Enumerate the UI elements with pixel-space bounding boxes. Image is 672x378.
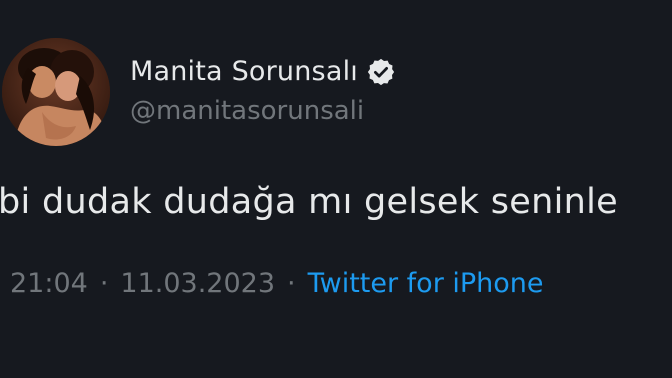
tweet-time[interactable]: 21:04 (10, 268, 88, 299)
tweet-text: bi dudak dudağa mı gelsek seninle (0, 182, 618, 222)
tweet-card: Manita Sorunsalı @manitasorunsali bi dud… (0, 0, 672, 378)
tweet-date[interactable]: 11.03.2023 (120, 268, 275, 299)
author-handle[interactable]: @manitasorunsali (130, 96, 364, 126)
tweet-meta: 21:04 · 11.03.2023 · Twitter for iPhone (10, 268, 544, 299)
avatar-illustration (2, 38, 110, 146)
avatar[interactable] (2, 38, 110, 146)
tweet-source-link[interactable]: Twitter for iPhone (308, 268, 544, 299)
meta-separator: · (99, 268, 109, 299)
display-name[interactable]: Manita Sorunsalı (130, 56, 358, 87)
verified-badge-icon (366, 57, 396, 87)
author-name-row: Manita Sorunsalı (130, 56, 396, 87)
meta-separator: · (287, 268, 296, 299)
